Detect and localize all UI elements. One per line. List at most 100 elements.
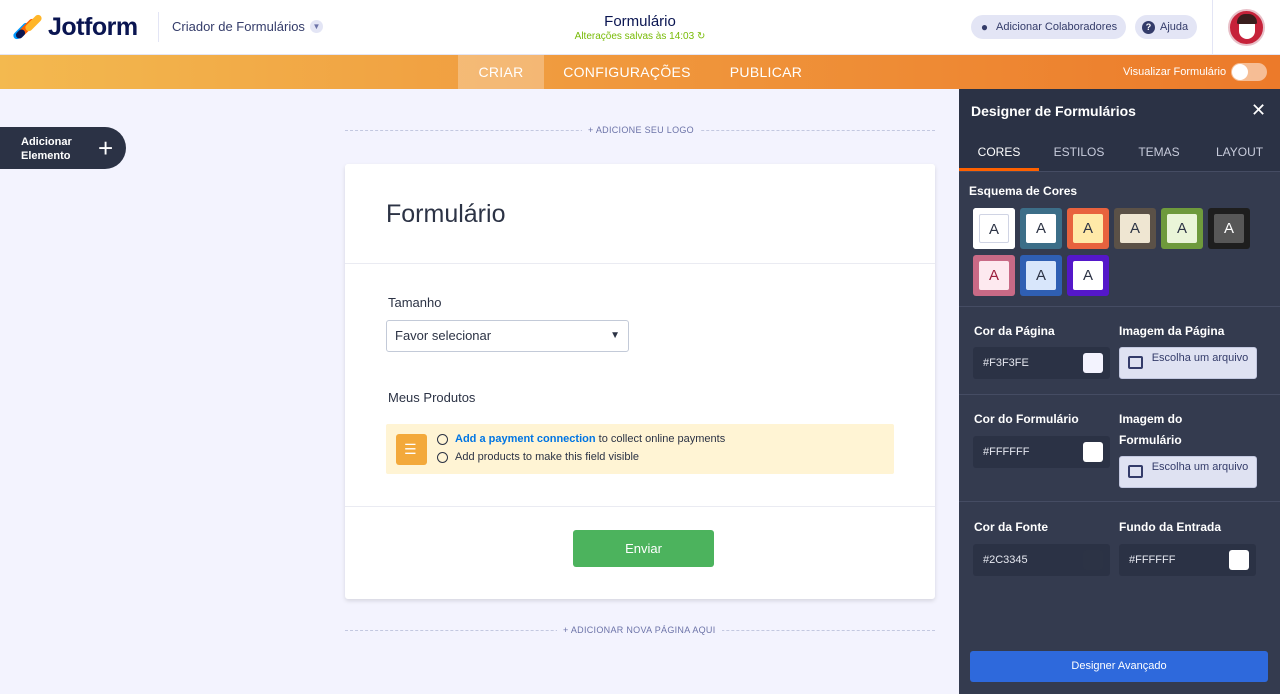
font-color-input[interactable]: #2C3345 — [973, 544, 1110, 576]
color-scheme-swatch[interactable]: A — [1161, 208, 1203, 249]
tab-styles[interactable]: ESTILOS — [1039, 133, 1119, 171]
form-designer-panel: Designer de Formulários ✕ CORES ESTILOS … — [959, 89, 1280, 694]
add-collaborators-label: Adicionar Colaboradores — [996, 21, 1118, 33]
avatar-hair — [1237, 14, 1257, 24]
page-color-input[interactable]: #F3F3FE — [973, 347, 1110, 379]
input-background-value: #FFFFFF — [1129, 554, 1176, 566]
form-heading[interactable]: Formulário — [386, 200, 505, 229]
add-element-label: Adicionar Elemento — [21, 136, 72, 162]
form-color-label: Cor do Formulário — [974, 412, 1079, 426]
image-upload-icon — [1128, 465, 1143, 478]
tab-themes[interactable]: TEMAS — [1119, 133, 1199, 171]
color-scheme-swatch[interactable]: A — [1020, 208, 1062, 249]
help-label: Ajuda — [1160, 21, 1189, 33]
add-logo-link[interactable]: + ADICIONE SEU LOGO — [582, 125, 700, 135]
color-scheme-letter: A — [979, 214, 1009, 243]
page-image-upload-button[interactable]: Escolha um arquivo — [1119, 347, 1257, 379]
size-select-value: Favor selecionar — [395, 328, 492, 343]
advanced-designer-button[interactable]: Designer Avançado — [970, 651, 1268, 682]
tab-layout[interactable]: LAYOUT — [1199, 133, 1280, 171]
page-color-swatch[interactable] — [1083, 353, 1103, 373]
radio-bullet — [437, 452, 448, 463]
submit-divider — [345, 506, 935, 507]
add-collaborators-button[interactable]: ● Adicionar Colaboradores — [971, 15, 1127, 39]
form-image-label: Imagem do Formulário — [1119, 412, 1183, 447]
panel-divider — [959, 501, 1280, 502]
color-scheme-letter: A — [1026, 214, 1056, 243]
input-background-label: Fundo da Entrada — [1119, 520, 1221, 534]
panel-header: Designer de Formulários ✕ — [959, 89, 1280, 133]
color-scheme-swatch[interactable]: A — [973, 255, 1015, 296]
add-element-button[interactable]: Adicionar Elemento + — [0, 127, 126, 169]
color-scheme-label: Esquema de Cores — [969, 184, 1078, 198]
products-notice-text: Add products to make this field visible — [455, 451, 640, 463]
builder-selector[interactable]: Criador de Formulários ▼ — [172, 19, 323, 34]
page-image-label: Imagem da Página — [1119, 324, 1225, 338]
tab-colors[interactable]: CORES — [959, 133, 1039, 171]
panel-divider — [959, 394, 1280, 395]
page-color-label: Cor da Página — [974, 324, 1055, 338]
choose-file-label: Escolha um arquivo — [1151, 461, 1249, 473]
refresh-icon: ↻ — [696, 31, 706, 42]
color-scheme-letter: A — [1026, 261, 1056, 290]
color-scheme-letter: A — [1073, 214, 1103, 243]
builder-selector-label: Criador de Formulários — [172, 19, 305, 34]
user-avatar[interactable] — [1228, 9, 1265, 46]
font-color-swatch[interactable] — [1083, 550, 1103, 570]
close-icon[interactable]: ✕ — [1251, 100, 1266, 121]
preview-form-label: Visualizar Formulário — [1123, 66, 1227, 78]
size-select[interactable]: Favor selecionar ▼ — [386, 320, 629, 352]
tab-settings[interactable]: CONFIGURAÇÕES — [556, 55, 698, 89]
help-button[interactable]: ? Ajuda — [1135, 15, 1198, 39]
preview-form-toggle[interactable] — [1231, 63, 1267, 81]
form-color-input[interactable]: #FFFFFF — [973, 436, 1110, 468]
color-scheme-swatch[interactable]: A — [1067, 255, 1109, 296]
form-card: Formulário Tamanho Favor selecionar ▼ Me… — [345, 164, 935, 599]
chevron-down-icon: ▼ — [309, 20, 323, 33]
color-scheme-letter: A — [1167, 214, 1197, 243]
font-color-label: Cor da Fonte — [974, 520, 1048, 534]
designer-tabs: CORES ESTILOS TEMAS LAYOUT — [959, 133, 1280, 172]
top-bar: Jotform Criador de Formulários ▼ Formulá… — [0, 0, 1280, 55]
product-list-icon: ☰ — [396, 434, 427, 465]
form-color-swatch[interactable] — [1083, 442, 1103, 462]
color-scheme-swatch[interactable]: A — [1067, 208, 1109, 249]
input-background-swatch[interactable] — [1229, 550, 1249, 570]
panel-title: Designer de Formulários — [971, 103, 1136, 119]
input-background-input[interactable]: #FFFFFF — [1119, 544, 1256, 576]
form-title-header[interactable]: Formulário — [540, 13, 740, 30]
tab-publish[interactable]: PUBLICAR — [722, 55, 810, 89]
color-scheme-letter: A — [1214, 214, 1244, 243]
color-scheme-swatch[interactable]: A — [1114, 208, 1156, 249]
products-notice: ☰ Add a payment connection to collect on… — [386, 424, 894, 474]
color-scheme-swatch[interactable]: A — [1208, 208, 1250, 249]
payment-connection-link[interactable]: Add a payment connection — [455, 433, 596, 445]
color-scheme-letter: A — [1120, 214, 1150, 243]
payment-notice-line: Add a payment connection to collect onli… — [455, 433, 725, 445]
products-field-label: Meus Produtos — [388, 390, 476, 405]
user-icon: ● — [980, 20, 989, 34]
help-icon: ? — [1142, 20, 1155, 34]
heading-divider — [345, 263, 935, 264]
tab-create[interactable]: CRIAR — [458, 55, 544, 89]
save-status-text: Alterações salvas às 14:03 — [574, 31, 695, 42]
chevron-down-icon: ▼ — [610, 330, 620, 341]
radio-bullet — [437, 434, 448, 445]
jotform-logo[interactable]: Jotform — [11, 12, 138, 42]
header-divider — [158, 12, 159, 42]
form-image-upload-button[interactable]: Escolha um arquivo — [1119, 456, 1257, 488]
color-scheme-letter: A — [979, 261, 1009, 290]
brand-name: Jotform — [48, 13, 138, 41]
choose-file-label: Escolha um arquivo — [1151, 352, 1249, 364]
avatar-divider — [1212, 0, 1213, 55]
payment-notice-text: to collect online payments — [595, 433, 726, 445]
submit-button[interactable]: Enviar — [573, 530, 714, 567]
form-color-value: #FFFFFF — [983, 446, 1030, 458]
add-page-link[interactable]: + ADICIONAR NOVA PÁGINA AQUI — [557, 625, 722, 635]
toggle-knob — [1232, 64, 1248, 80]
font-color-value: #2C3345 — [983, 554, 1028, 566]
color-scheme-swatch[interactable]: A — [1020, 255, 1062, 296]
color-scheme-swatch[interactable]: A — [973, 208, 1015, 249]
size-field-label: Tamanho — [388, 295, 442, 310]
jotform-logo-icon — [11, 12, 44, 41]
